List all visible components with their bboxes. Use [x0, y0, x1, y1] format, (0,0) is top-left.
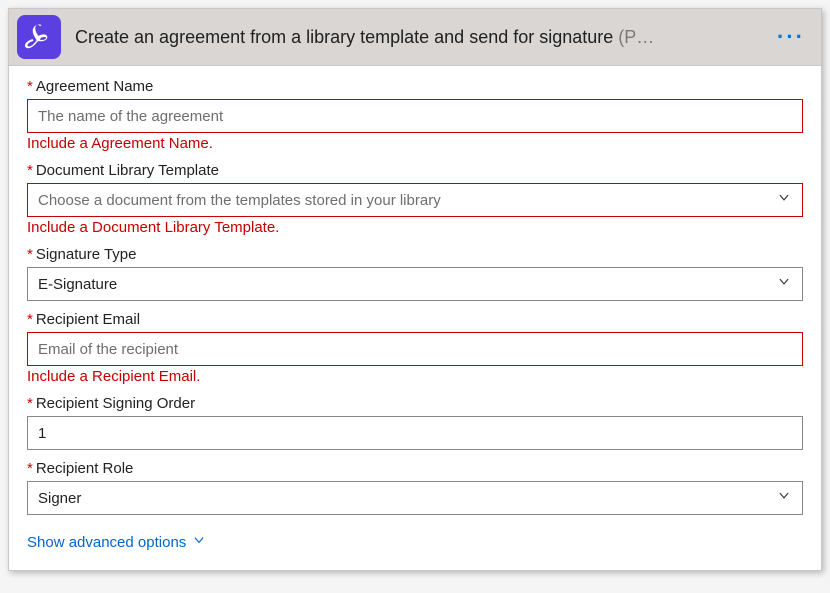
doc-template-error: Include a Document Library Template. — [27, 219, 803, 236]
chevron-down-icon — [192, 533, 206, 551]
show-advanced-options-link[interactable]: Show advanced options — [27, 533, 206, 551]
card-body: *Agreement Name Include a Agreement Name… — [9, 66, 821, 570]
field-agreement-name: *Agreement Name Include a Agreement Name… — [27, 78, 803, 152]
agreement-name-label: *Agreement Name — [27, 78, 803, 95]
signature-type-label: *Signature Type — [27, 246, 803, 263]
doc-template-select[interactable]: Choose a document from the templates sto… — [27, 183, 803, 217]
signature-type-select[interactable]: E-Signature — [27, 267, 803, 301]
recipient-role-select[interactable]: Signer — [27, 481, 803, 515]
agreement-name-input[interactable] — [27, 99, 803, 133]
field-recipient-role: *Recipient Role Signer — [27, 460, 803, 515]
recipient-email-error: Include a Recipient Email. — [27, 368, 803, 385]
adobe-acrobat-icon — [17, 15, 61, 59]
field-recipient-email: *Recipient Email Include a Recipient Ema… — [27, 311, 803, 385]
more-options-button[interactable]: ··· — [769, 22, 813, 52]
doc-template-label: *Document Library Template — [27, 162, 803, 179]
recipient-role-label: *Recipient Role — [27, 460, 803, 477]
field-signature-type: *Signature Type E-Signature — [27, 246, 803, 301]
card-title: Create an agreement from a library templ… — [75, 27, 769, 48]
agreement-name-error: Include a Agreement Name. — [27, 135, 803, 152]
signing-order-input[interactable] — [27, 416, 803, 450]
action-card: Create an agreement from a library templ… — [8, 8, 822, 571]
field-doc-template: *Document Library Template Choose a docu… — [27, 162, 803, 236]
field-signing-order: *Recipient Signing Order — [27, 395, 803, 450]
recipient-email-input[interactable] — [27, 332, 803, 366]
card-header: Create an agreement from a library templ… — [9, 9, 821, 66]
signing-order-label: *Recipient Signing Order — [27, 395, 803, 412]
recipient-email-label: *Recipient Email — [27, 311, 803, 328]
